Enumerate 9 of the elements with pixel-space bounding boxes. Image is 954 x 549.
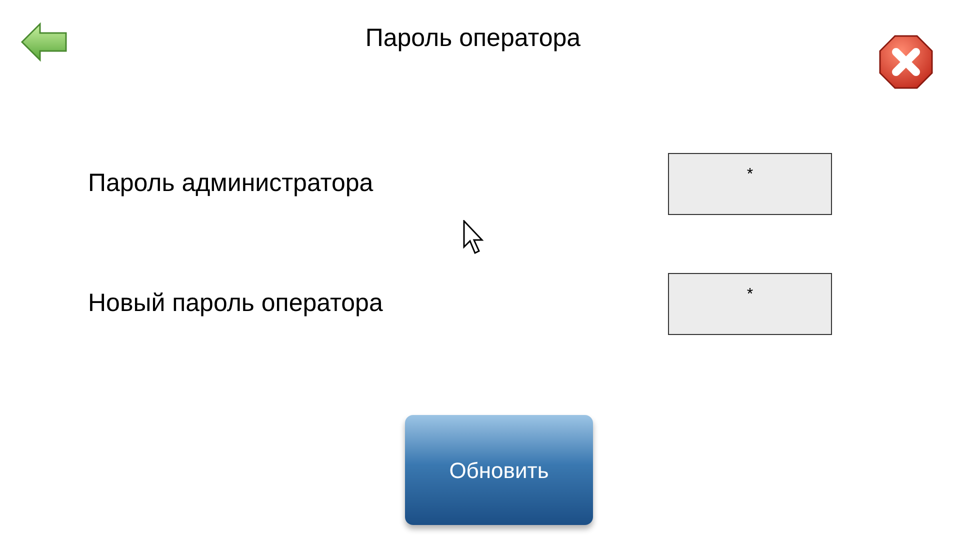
password-field[interactable]: * bbox=[668, 273, 832, 335]
field-label: Новый пароль оператора bbox=[88, 288, 383, 320]
password-field[interactable]: * bbox=[668, 153, 832, 215]
back-arrow-icon[interactable] bbox=[20, 22, 68, 62]
mouse-pointer-icon bbox=[463, 220, 485, 256]
update-button[interactable]: Обновить bbox=[405, 415, 593, 525]
close-icon[interactable] bbox=[878, 34, 934, 90]
field-label: Пароль администратора bbox=[88, 168, 374, 200]
window-title: Пароль оператора bbox=[365, 23, 581, 54]
